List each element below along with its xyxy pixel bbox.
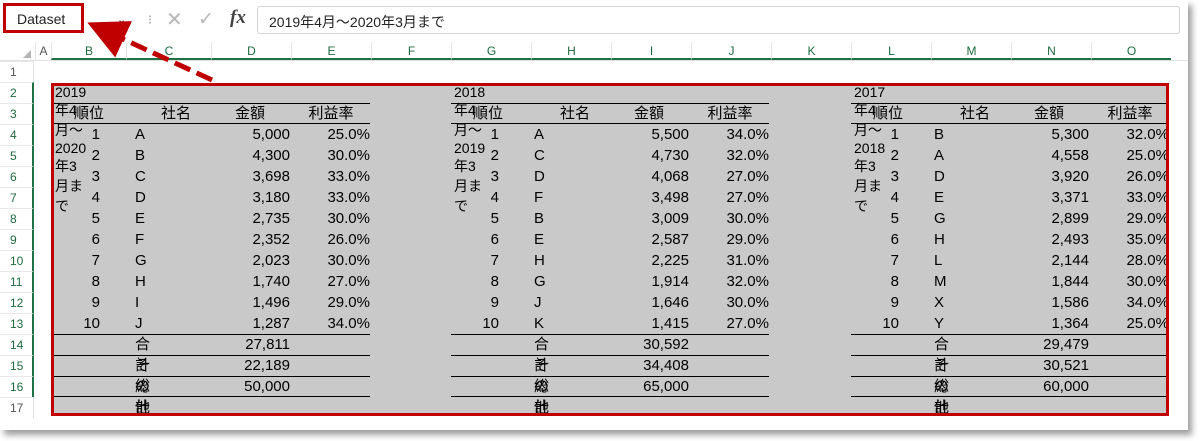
column-header-c[interactable]: C [126, 42, 211, 60]
cancel-icon[interactable]: ✕ [166, 7, 183, 32]
row-header-8[interactable]: 8 [0, 208, 34, 229]
name-box[interactable]: Dataset [3, 3, 84, 33]
column-header-k[interactable]: K [771, 42, 851, 60]
select-all-button[interactable] [0, 42, 34, 60]
select-all-icon [23, 50, 31, 58]
column-header-a[interactable]: A [35, 42, 51, 60]
insert-function-icon[interactable]: fx [230, 7, 246, 29]
column-header-j[interactable]: J [691, 42, 771, 60]
name-box-value: Dataset [17, 11, 66, 27]
row-header-5[interactable]: 5 [0, 145, 34, 166]
worksheet-grid[interactable]: 2019年4月～2020年3月まで 順位 社名 金額 利益率 1 A 5,000 25.0% 2 B… [35, 61, 1188, 430]
row-header-13[interactable]: 13 [0, 313, 34, 334]
formula-text: 2019年4月～2020年3月まで [269, 14, 445, 30]
row-header-16[interactable]: 16 [0, 376, 34, 397]
formula-input[interactable]: 2019年4月～2020年3月まで [257, 6, 1180, 34]
row-header-12[interactable]: 12 [0, 292, 34, 313]
formula-bar: Dataset ⌄ ⁝ ✕ ✓ fx 2019年4月～2020年3月まで [0, 0, 1188, 38]
row-header-10[interactable]: 10 [0, 250, 34, 271]
column-header-e[interactable]: E [291, 42, 371, 60]
column-header-l[interactable]: L [851, 42, 931, 60]
column-header-n[interactable]: N [1011, 42, 1091, 60]
row-header-17[interactable]: 17 [0, 397, 34, 418]
row-header-7[interactable]: 7 [0, 187, 34, 208]
column-header-m[interactable]: M [931, 42, 1011, 60]
column-header-f[interactable]: F [371, 42, 451, 60]
column-header-h[interactable]: H [531, 42, 611, 60]
name-box-dropdown-icon[interactable]: ⌄ [117, 13, 126, 26]
column-header-i[interactable]: I [611, 42, 691, 60]
row-header-3[interactable]: 3 [0, 103, 34, 124]
row-header-15[interactable]: 15 [0, 355, 34, 376]
row-header-9[interactable]: 9 [0, 229, 34, 250]
row-header-6[interactable]: 6 [0, 166, 34, 187]
formula-bar-grip-icon: ⁝ [148, 12, 153, 27]
column-header-o[interactable]: O [1091, 42, 1171, 60]
named-range-highlight [51, 83, 1169, 416]
excel-window: Dataset ⌄ ⁝ ✕ ✓ fx 2019年4月～2020年3月まで ABC… [0, 0, 1188, 430]
column-header-row: ABCDEFGHIJKLMNO [0, 42, 1188, 61]
row-header-11[interactable]: 11 [0, 271, 34, 292]
enter-icon[interactable]: ✓ [198, 8, 214, 31]
column-header-b[interactable]: B [51, 42, 126, 60]
row-header-14[interactable]: 14 [0, 334, 34, 355]
column-header-g[interactable]: G [451, 42, 531, 60]
row-header-2[interactable]: 2 [0, 82, 34, 103]
row-header-4[interactable]: 4 [0, 124, 34, 145]
column-header-d[interactable]: D [211, 42, 291, 60]
row-header-1[interactable]: 1 [0, 61, 34, 82]
